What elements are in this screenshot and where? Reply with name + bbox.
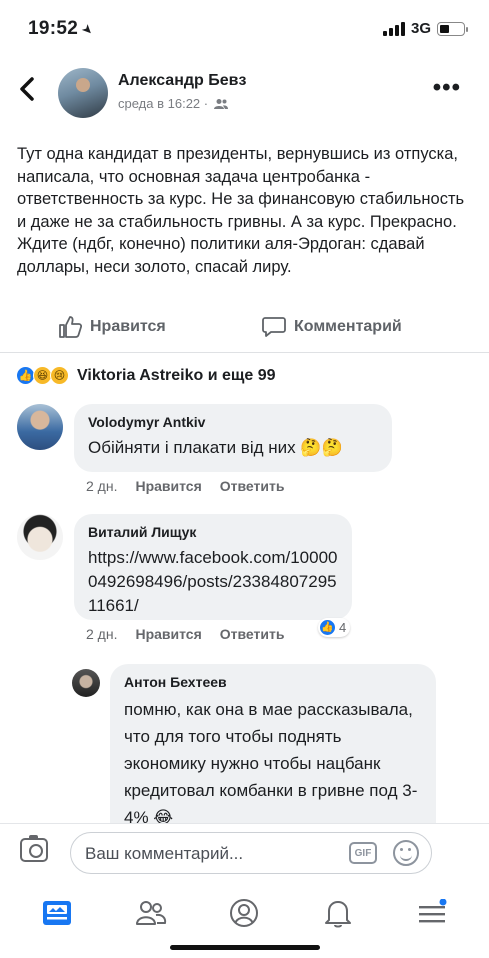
comment-reply-button[interactable]: Ответить (220, 478, 285, 494)
like-label: Нравится (90, 318, 166, 335)
comment-time: 2 дн. (86, 626, 118, 642)
reactions-label: Viktoria Astreiko и еще 99 (77, 366, 276, 384)
tab-notifications[interactable] (318, 893, 358, 933)
comment-link[interactable]: https://www.facebook.com/100000492698496… (88, 546, 338, 618)
tab-menu[interactable] (412, 893, 452, 933)
gif-icon[interactable]: GIF (349, 842, 377, 864)
clock-text: 19:52 (28, 18, 79, 39)
commenter-name[interactable]: Volodymyr Antkiv (88, 414, 378, 430)
divider (0, 352, 489, 353)
post-body: Тут одна кандидат в президенты, вернувши… (17, 145, 465, 276)
post-actions: Нравится Комментарий (0, 310, 489, 346)
comment-bubble: Антон Бехтеев помню, как она в мае расск… (110, 664, 436, 834)
bottom-tab-bar (0, 883, 489, 943)
friends-icon (135, 901, 166, 925)
comment-bubble: Виталий Лищук https://www.facebook.com/1… (74, 514, 352, 620)
commenter-avatar[interactable] (17, 404, 63, 450)
emoji-icon[interactable] (393, 840, 419, 866)
commenter-name[interactable]: Антон Бехтеев (124, 674, 422, 690)
author-avatar[interactable] (58, 68, 108, 118)
post-header: Александр Бевз среда в 16:22 · ••• (0, 66, 489, 126)
comment-composer: Ваш комментарий... GIF (0, 823, 489, 883)
news-feed-icon (42, 901, 71, 925)
commenter-avatar[interactable] (72, 669, 100, 697)
status-bar: 19:52➤ 3G (0, 0, 489, 56)
comment-text: Обійняти і плакати від них 🤔🤔 (88, 438, 343, 457)
comment-button[interactable]: Комментарий (262, 316, 402, 338)
network-type: 3G (410, 20, 431, 37)
comment-bubble: Volodymyr Antkiv Обійняти і плакати від … (74, 404, 392, 472)
home-indicator (170, 945, 320, 950)
notifications-icon (325, 901, 352, 928)
camera-icon[interactable] (20, 835, 48, 862)
post-timestamp: среда в 16:22 · (118, 96, 209, 111)
more-options-icon[interactable]: ••• (433, 74, 461, 102)
comment-time: 2 дн. (86, 478, 118, 494)
comment-icon (262, 317, 286, 337)
sad-reaction-icon: 😢 (50, 366, 69, 385)
profile-icon (230, 899, 259, 927)
comment-text: помню, как она в мае рассказывала, что д… (124, 700, 418, 827)
thumbs-up-icon (59, 316, 82, 338)
status-time: 19:52➤ (28, 18, 97, 40)
signal-icon (382, 21, 405, 36)
tab-profile[interactable] (224, 893, 264, 933)
comment-actions: 2 дн. Нравится Ответить (86, 626, 284, 642)
commenter-name[interactable]: Виталий Лищук (88, 524, 338, 540)
back-button[interactable] (18, 76, 36, 110)
status-indicators: 3G (382, 20, 468, 37)
comment-like-button[interactable]: Нравится (135, 626, 201, 642)
post-author[interactable]: Александр Бевз (118, 72, 246, 90)
comment-input[interactable]: Ваш комментарий... GIF (70, 832, 432, 874)
comment-reply-button[interactable]: Ответить (220, 626, 285, 642)
reaction-count: 4 (339, 620, 347, 635)
menu-icon (419, 899, 447, 923)
location-arrow-icon: ➤ (78, 20, 98, 39)
friends-audience-icon (214, 98, 229, 109)
post-meta: среда в 16:22 · (118, 96, 229, 111)
comment-label: Комментарий (294, 318, 402, 335)
comment-like-button[interactable]: Нравится (135, 478, 201, 494)
like-reaction-icon: 👍 (319, 619, 336, 636)
tab-friends[interactable] (131, 893, 171, 933)
comment-reaction-count[interactable]: 👍 4 (318, 618, 351, 637)
battery-icon (437, 21, 468, 36)
comment-actions: 2 дн. Нравится Ответить (86, 478, 284, 494)
reactions-summary[interactable]: 👍 😆 😢 Viktoria Astreiko и еще 99 (16, 366, 276, 385)
tab-news-feed[interactable] (37, 893, 77, 933)
commenter-avatar[interactable] (17, 514, 63, 560)
comment-input-placeholder: Ваш комментарий... (85, 844, 244, 863)
like-button[interactable]: Нравится (58, 316, 166, 338)
chevron-left-icon (20, 77, 34, 101)
